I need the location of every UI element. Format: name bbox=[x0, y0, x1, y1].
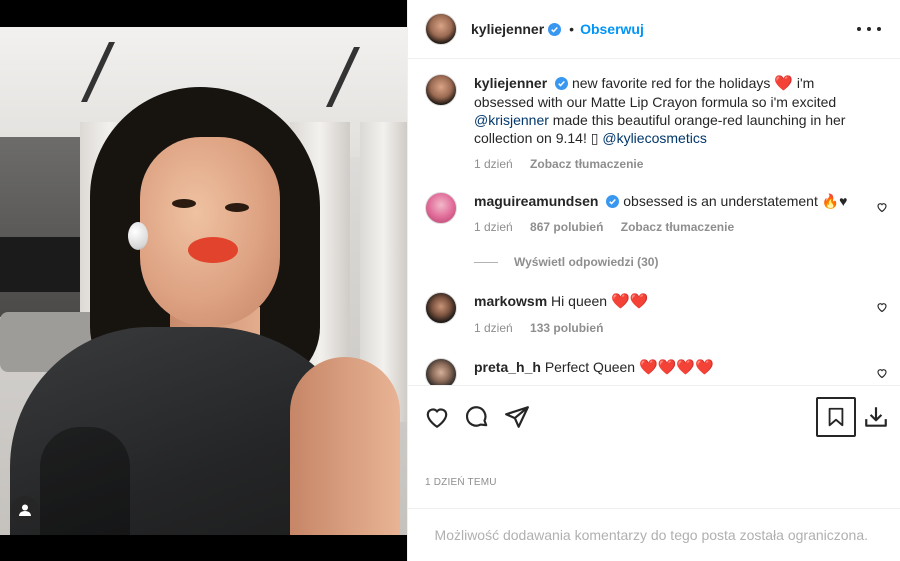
comment-username[interactable]: maguireamundsen bbox=[474, 193, 598, 209]
avatar[interactable] bbox=[425, 358, 457, 385]
comments-restricted-notice: Możliwość dodawania komentarzy do tego p… bbox=[408, 508, 900, 561]
comment-emoji: ❤️❤️❤️❤️ bbox=[638, 359, 714, 376]
comment-time[interactable]: 1 dzień bbox=[474, 157, 513, 171]
heart-emoji: ❤️ bbox=[774, 75, 793, 92]
view-replies-button[interactable]: Wyświetl odpowiedzi (30) bbox=[474, 255, 658, 269]
action-bar bbox=[408, 385, 900, 445]
missing-glyph: ▯ bbox=[590, 130, 599, 146]
mention-link[interactable]: @kyliecosmetics bbox=[602, 130, 706, 146]
bookmark-icon bbox=[828, 407, 844, 427]
post-photo[interactable] bbox=[0, 0, 407, 561]
user-tag-icon[interactable] bbox=[11, 496, 39, 524]
photo-image bbox=[0, 27, 407, 535]
bookmark-button[interactable] bbox=[816, 397, 856, 437]
download-icon[interactable] bbox=[863, 404, 889, 430]
more-icon[interactable] bbox=[857, 19, 881, 39]
translate-button[interactable]: Zobacz tłumaczenie bbox=[530, 157, 643, 171]
view-replies-label: Wyświetl odpowiedzi (30) bbox=[514, 255, 659, 269]
heart-icon[interactable] bbox=[876, 301, 888, 313]
heart-icon[interactable] bbox=[424, 404, 450, 430]
mention-link[interactable]: @krisjenner bbox=[474, 112, 549, 128]
caption-username[interactable]: kyliejenner bbox=[474, 75, 547, 91]
translate-button[interactable]: Zobacz tłumaczenie bbox=[621, 220, 734, 234]
comment-text: Perfect Queen bbox=[544, 359, 636, 375]
verified-icon bbox=[606, 195, 620, 208]
heart-icon[interactable] bbox=[876, 367, 888, 379]
comment-text: Hi queen bbox=[551, 293, 608, 309]
comment-text: obsessed is an understatement bbox=[623, 193, 818, 209]
comment-username[interactable]: preta_h_h bbox=[474, 359, 541, 375]
post-modal: kyliejenner • Obserwuj kyliejenner new f… bbox=[0, 0, 900, 561]
comments-list[interactable]: kyliejenner new favorite red for the hol… bbox=[408, 60, 900, 385]
avatar[interactable] bbox=[425, 13, 457, 45]
comment-emoji: 🔥♥ bbox=[821, 193, 848, 209]
verified-icon bbox=[548, 22, 562, 36]
heart-icon[interactable] bbox=[876, 201, 888, 213]
header-username[interactable]: kyliejenner bbox=[471, 21, 544, 37]
post-header: kyliejenner • Obserwuj bbox=[408, 0, 900, 59]
separator-dot: • bbox=[569, 21, 575, 37]
comment-username[interactable]: markowsm bbox=[474, 293, 547, 309]
share-icon[interactable] bbox=[504, 404, 530, 430]
post-timestamp[interactable]: 1 DZIEŃ TEMU bbox=[425, 477, 497, 488]
post-panel: kyliejenner • Obserwuj kyliejenner new f… bbox=[407, 0, 900, 561]
caption-text: new favorite red for the holidays bbox=[571, 75, 771, 91]
avatar[interactable] bbox=[425, 192, 457, 224]
avatar[interactable] bbox=[425, 74, 457, 106]
verified-icon bbox=[555, 77, 569, 90]
follow-button[interactable]: Obserwuj bbox=[580, 21, 644, 37]
comment-emoji: ❤️❤️ bbox=[610, 293, 649, 310]
likes-count[interactable]: 867 polubień bbox=[530, 220, 603, 234]
comment-time[interactable]: 1 dzień bbox=[474, 220, 513, 234]
comment-icon[interactable] bbox=[464, 404, 490, 430]
avatar[interactable] bbox=[425, 292, 457, 324]
comment-time[interactable]: 1 dzień bbox=[474, 321, 513, 335]
likes-count[interactable]: 133 polubień bbox=[530, 321, 603, 335]
